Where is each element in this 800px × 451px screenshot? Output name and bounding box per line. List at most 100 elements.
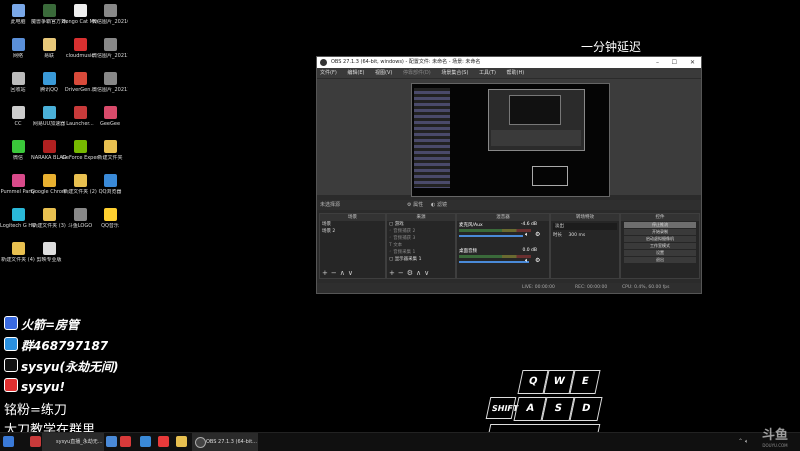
taskbar-app-icon[interactable] (140, 436, 151, 447)
scene-item[interactable]: 场景 (320, 221, 385, 228)
menu-scene-collection[interactable]: 场景集合(S) (441, 70, 468, 76)
minimize-icon[interactable]: – (656, 57, 659, 68)
sources-toolbar[interactable]: +−⚙∧∨ (389, 269, 432, 277)
properties-button[interactable]: ⚙ 属性 (407, 200, 423, 210)
source-label: 音频捕获 3 (393, 236, 416, 241)
desktop-icon-image (11, 140, 25, 153)
speaker-icon[interactable]: 🔈︎ (525, 257, 529, 265)
source-item[interactable]: ▢ 游戏 (387, 221, 455, 228)
desktop-icon-image (11, 72, 25, 85)
scenes-dock-title: 场景 (320, 214, 385, 221)
social-icon (4, 378, 18, 392)
desktop-icon-image (11, 38, 25, 51)
volume-slider[interactable] (459, 261, 529, 263)
desktop-icon[interactable]: 新建文件夹 (92, 140, 128, 161)
taskbar-item-label: OBS 27.1.3 (64-bit... (206, 439, 257, 445)
maximize-icon[interactable]: ☐ (672, 57, 677, 68)
desktop-icon-image (42, 174, 56, 187)
overlay-line: 火箭=房管 (4, 316, 79, 333)
filters-button[interactable]: ◐ 滤镜 (431, 200, 447, 210)
start-recording-button[interactable]: 开始录制 (624, 229, 696, 235)
desktop-icon[interactable]: QQ音乐 (92, 208, 128, 229)
stop-streaming-button[interactable]: 停止推流 (624, 222, 696, 228)
desktop-icon-image (11, 242, 25, 255)
transition-type-value: 淡出 (555, 224, 564, 229)
folder-icon[interactable] (176, 436, 187, 447)
obs-app-icon (320, 59, 327, 66)
source-item[interactable]: ◦ 音频捕获 2 (387, 228, 455, 235)
menu-docks[interactable]: 停靠部件(D) (403, 70, 431, 76)
scene-item[interactable]: 场景 2 (320, 228, 385, 235)
studio-mode-button[interactable]: 工作室模式 (624, 243, 696, 249)
close-icon[interactable]: ✕ (690, 57, 695, 68)
taskbar-app-icon[interactable] (106, 436, 117, 447)
mixer-dock-title: 混音器 (457, 214, 549, 221)
desktop-icon-image (42, 72, 56, 85)
obs-preview[interactable] (317, 79, 701, 197)
menu-edit[interactable]: 编辑(E) (347, 70, 364, 76)
desktop-icon[interactable]: 微信图片_2021092... (92, 4, 128, 25)
transition-duration[interactable]: 时长 300 ms (551, 232, 619, 239)
menu-tools[interactable]: 工具(T) (479, 70, 496, 76)
overlay-line-text: sysyu! (21, 380, 65, 394)
taskbar-app-icon[interactable] (158, 436, 169, 447)
obs-window[interactable]: OBS 27.1.3 (64-bit, windows) - 配置文件: 未命名… (316, 56, 702, 294)
desktop-icon[interactable]: 剪映专业版 (31, 242, 67, 263)
desktop-icon-label: 剪映专业版 (36, 257, 62, 263)
watermark-sub-text: DOUYU.COM (762, 443, 788, 448)
desktop-icon[interactable]: GeeGee (92, 106, 128, 127)
volume-slider[interactable] (459, 235, 523, 237)
desktop-icon-image (103, 174, 117, 187)
speaker-icon[interactable]: 🔈︎ (525, 231, 529, 239)
desktop-icon[interactable]: 微信图片_2021123... (92, 72, 128, 93)
taskbar-item-obs[interactable]: OBS 27.1.3 (64-bit... (192, 433, 258, 451)
preview-nested-obs (488, 89, 585, 151)
sources-dock-title: 来源 (387, 214, 455, 221)
menu-view[interactable]: 视图(V) (375, 70, 392, 76)
desktop-icon-image (73, 72, 87, 85)
taskbar-item-browser[interactable]: sysyu直播_永劫无... (42, 433, 104, 451)
browser-app-icon[interactable] (30, 436, 41, 447)
menu-file[interactable]: 文件(F) (320, 70, 337, 76)
taskbar-app-icon[interactable] (120, 436, 131, 447)
taskbar-item-label: sysyu直播_永劫无... (56, 439, 103, 445)
rec-status: REC: 00:00:00 (575, 285, 608, 290)
volume-meter (459, 229, 531, 232)
desktop-icon-image (103, 4, 117, 17)
start-virtual-camera-button[interactable]: 启动虚拟摄像机 (624, 236, 696, 242)
desktop-icon-label: QQ浏览器 (98, 189, 122, 195)
source-item[interactable]: ◦ 音频采集 1 (387, 249, 455, 256)
scenes-dock: 场景 场景 场景 2 +−∧∨ (319, 213, 386, 279)
desktop-icon-image (42, 38, 56, 51)
overlay-line-text: 火箭=房管 (21, 318, 80, 332)
gear-icon[interactable]: ⚙ (535, 231, 540, 238)
desktop-icon-image (42, 4, 56, 17)
desktop-icon-image (42, 106, 56, 119)
exit-button[interactable]: 退出 (624, 257, 696, 263)
desktop-icon[interactable]: 微信图片_2021122... (92, 38, 128, 59)
windows-start-icon[interactable] (3, 436, 14, 447)
source-item[interactable]: ◦ 音频捕获 3 (387, 235, 455, 242)
desktop-icon-label: QQ音乐 (101, 223, 119, 229)
desktop-icon[interactable]: QQ浏览器 (92, 174, 128, 195)
gear-icon[interactable]: ⚙ (535, 257, 540, 264)
scenes-toolbar[interactable]: +−∧∨ (322, 269, 356, 277)
settings-button[interactable]: 设置 (624, 250, 696, 256)
obs-titlebar[interactable]: OBS 27.1.3 (64-bit, windows) - 配置文件: 未命名… (317, 57, 701, 68)
source-item[interactable]: T 文本 (387, 242, 455, 249)
menu-help[interactable]: 帮助(H) (507, 70, 525, 76)
overlay-line-text: 铭粉=练刀 (4, 403, 67, 418)
desktop-icon-image (42, 208, 56, 221)
controls-dock: 控件 停止推流 开始录制 启动虚拟摄像机 工作室模式 设置 退出 (620, 213, 700, 279)
track-name: 桌面音频 (459, 249, 477, 254)
duration-value: 300 ms (568, 233, 586, 238)
tray-icons[interactable]: ⌃ 🔈︎ (738, 438, 749, 446)
transition-type-select[interactable]: 淡出 (553, 223, 617, 230)
overlay-line: 铭粉=练刀 (4, 399, 67, 418)
source-item[interactable]: ▢ 显示器采集 1 (387, 256, 455, 263)
taskbar: sysyu直播_永劫无... OBS 27.1.3 (64-bit... ⌃ 🔈… (0, 432, 800, 451)
mixer-track: 麦克风/Aux -4.6 dB 🔈︎ ⚙ (457, 221, 549, 247)
preview-nested-canvas (509, 95, 561, 125)
source-label: 显示器采集 1 (394, 257, 422, 262)
delay-label: 一分钟延迟 (581, 40, 642, 54)
